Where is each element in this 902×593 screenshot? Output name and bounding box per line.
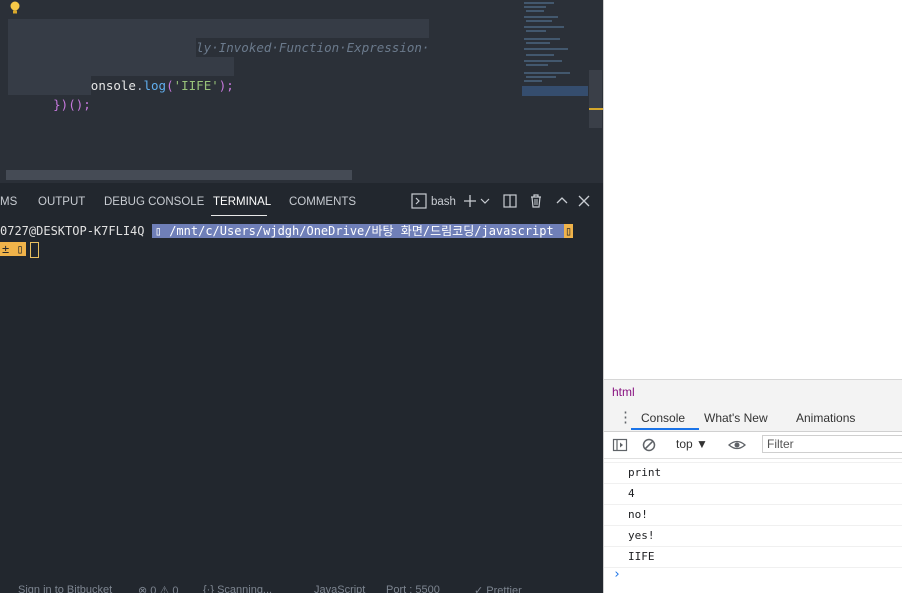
code-line-3: ····console.log('IIFE'); bbox=[8, 57, 234, 93]
terminal-shell-label[interactable]: bash bbox=[431, 194, 456, 210]
tab-comments[interactable]: COMMENTS bbox=[289, 194, 356, 210]
editor-horizontal-scrollbar[interactable] bbox=[6, 170, 352, 180]
trash-icon[interactable] bbox=[527, 192, 545, 210]
status-scanning[interactable]: {·} Scanning... bbox=[203, 584, 272, 593]
chevron-up-icon[interactable] bbox=[553, 192, 571, 210]
tab-problems[interactable]: MS bbox=[0, 194, 17, 210]
console-message: IIFE bbox=[604, 547, 902, 568]
clear-console-icon[interactable] bbox=[641, 437, 657, 453]
terminal-output[interactable]: 0727@DESKTOP-K7FLI4Q ▯ /mnt/c/Users/wjdg… bbox=[0, 220, 603, 260]
lightbulb-icon[interactable] bbox=[9, 1, 21, 15]
console-message-list: print 4 no! yes! IIFE bbox=[604, 458, 902, 568]
scrollbar-marker bbox=[589, 108, 603, 110]
console-prompt-chevron-icon[interactable]: › bbox=[613, 567, 621, 582]
console-toolbar: top ▼ bbox=[604, 432, 902, 459]
active-tab-indicator bbox=[631, 428, 699, 430]
terminal-cursor bbox=[29, 241, 39, 258]
status-bar: Sign in to Bitbucket ⊗ 0 ⚠ 0 {·} Scannin… bbox=[0, 582, 603, 593]
code-line-4: })(); bbox=[8, 76, 91, 112]
status-problems[interactable]: ⊗ 0 ⚠ 0 bbox=[138, 584, 178, 593]
devtools-drawer-tabs: ⋮ Console What's New Animations bbox=[604, 404, 902, 432]
code-line-2: (function·hello()·{ bbox=[8, 38, 197, 74]
status-live-server[interactable]: Port : 5500 bbox=[386, 584, 440, 593]
console-filter-input[interactable] bbox=[762, 435, 902, 453]
editor-vertical-scrollbar[interactable] bbox=[589, 70, 602, 128]
split-terminal-icon[interactable] bbox=[501, 192, 519, 210]
terminal-user-host: 0727@DESKTOP-K7FLI4Q bbox=[0, 224, 145, 238]
terminal-path: ▯ /mnt/c/Users/wjdgh/OneDrive/바탕 화면/드림코딩… bbox=[151, 224, 564, 238]
tab-debug-console[interactable]: DEBUG CONSOLE bbox=[104, 194, 204, 210]
code-line-1: //·IIFE·:·Immediately·Invoked·Function·E… bbox=[8, 19, 430, 55]
status-language[interactable]: JavaScript bbox=[314, 584, 365, 593]
git-status-segment: ± ▯ bbox=[0, 242, 26, 256]
active-tab-indicator bbox=[211, 215, 267, 216]
terminal-prompt-line: 0727@DESKTOP-K7FLI4Q ▯ /mnt/c/Users/wjdg… bbox=[0, 222, 574, 240]
more-options-icon[interactable]: ⋮ bbox=[618, 408, 633, 426]
plus-icon[interactable] bbox=[461, 192, 479, 210]
breadcrumb: html bbox=[604, 379, 902, 405]
prompt-segment-glyph: ▯ bbox=[563, 224, 574, 238]
prompt-glyph: ▯ bbox=[154, 224, 162, 238]
tab-output[interactable]: OUTPUT bbox=[38, 194, 85, 210]
context-selector[interactable]: top ▼ bbox=[676, 437, 708, 451]
tab-animations[interactable]: Animations bbox=[796, 411, 855, 425]
code-args-open: ( bbox=[166, 78, 174, 93]
chevron-down-icon[interactable] bbox=[479, 192, 491, 210]
code-args-close: ); bbox=[218, 78, 234, 93]
git-glyph: ▯ bbox=[16, 242, 24, 256]
terminal-icon[interactable] bbox=[410, 192, 428, 210]
panel-tab-bar: MS OUTPUT DEBUG CONSOLE TERMINAL COMMENT… bbox=[0, 185, 603, 217]
devtools-panel: html ⋮ Console What's New Animations top… bbox=[603, 0, 902, 593]
show-sidebar-icon[interactable] bbox=[612, 437, 628, 453]
code-method: log bbox=[143, 78, 167, 93]
status-bitbucket[interactable]: Sign in to Bitbucket bbox=[18, 584, 112, 593]
console-message: no! bbox=[604, 505, 902, 526]
terminal-git-line: ± ▯ bbox=[0, 240, 39, 258]
eye-icon[interactable] bbox=[728, 437, 746, 453]
status-prettier[interactable]: ✓ Prettier bbox=[474, 584, 522, 593]
code-editor[interactable]: //·IIFE·:·Immediately·Invoked·Function·E… bbox=[0, 0, 603, 183]
console-message: print bbox=[604, 463, 902, 484]
code-object: console bbox=[83, 78, 136, 93]
tab-console[interactable]: Console bbox=[641, 411, 685, 425]
tab-whats-new[interactable]: What's New bbox=[704, 411, 768, 425]
minimap-selection bbox=[522, 86, 588, 96]
close-icon[interactable] bbox=[575, 192, 593, 210]
breadcrumb-html[interactable]: html bbox=[612, 385, 635, 399]
code-closing: })(); bbox=[53, 97, 91, 112]
tab-terminal[interactable]: TERMINAL bbox=[213, 194, 271, 210]
git-marker: ± bbox=[2, 242, 17, 256]
console-message: yes! bbox=[604, 526, 902, 547]
vscode-window: //·IIFE·:·Immediately·Invoked·Function·E… bbox=[0, 0, 603, 593]
code-string: 'IIFE' bbox=[173, 78, 219, 93]
terminal-path-text: /mnt/c/Users/wjdgh/OneDrive/바탕 화면/드림코딩/j… bbox=[169, 224, 554, 238]
console-message: 4 bbox=[604, 484, 902, 505]
minimap[interactable] bbox=[520, 0, 590, 100]
